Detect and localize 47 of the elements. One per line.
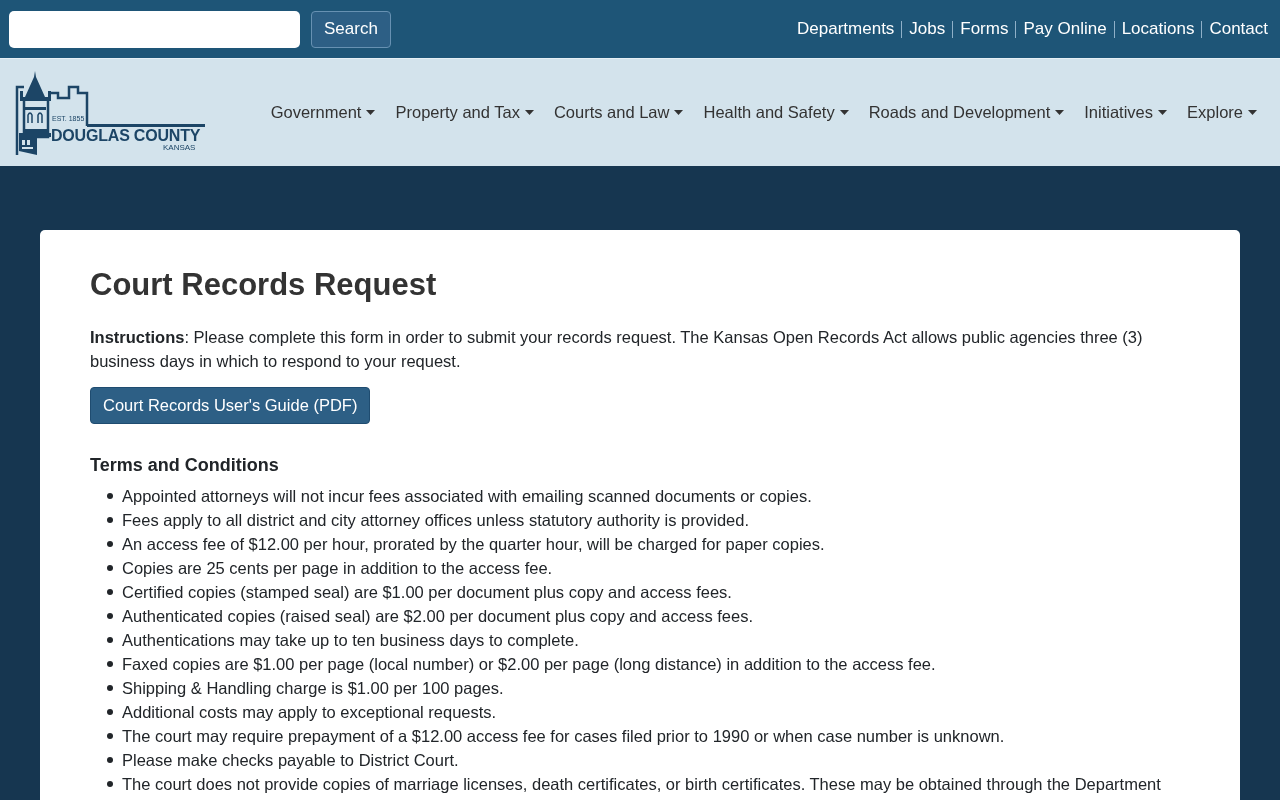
- bullet-icon: [107, 661, 113, 667]
- bullet-icon: [107, 493, 113, 499]
- bullet-icon: [107, 613, 113, 619]
- bullet-icon: [107, 781, 113, 787]
- search-button[interactable]: Search: [311, 10, 391, 48]
- utility-link[interactable]: Locations: [1121, 19, 1195, 39]
- search-field[interactable]: [9, 10, 300, 48]
- list-item-text: Certified copies (stamped seal) are $1.00 per document plus copy and access fees.: [122, 582, 732, 603]
- bullet-icon: [107, 685, 113, 691]
- bullet-icon: [107, 589, 113, 595]
- nav-menu-item[interactable]: Health and Safety: [694, 95, 858, 130]
- bullet-icon: [107, 709, 113, 715]
- bullet-icon: [107, 637, 113, 643]
- bullet-icon: [107, 541, 113, 547]
- nav-menu-item[interactable]: Property and Tax: [386, 95, 543, 130]
- list-item-text: Faxed copies are $1.00 per page (local number) or $2.00 per page (long distance) in addition to the access fee.: [122, 654, 936, 675]
- logo-subtitle: KANSAS: [163, 142, 196, 152]
- list-item-text: Appointed attorneys will not incur fees associated with emailing scanned documents or copies.: [122, 486, 812, 507]
- utility-link[interactable]: Pay Online: [1023, 19, 1107, 39]
- nav-menu-item[interactable]: Government: [261, 95, 385, 130]
- list-item-text: Shipping & Handling charge is $1.00 per 100 pages.: [122, 678, 504, 699]
- section-heading: Terms and Conditions: [90, 454, 280, 477]
- utility-link[interactable]: Contact: [1209, 19, 1268, 39]
- nav-menu-item[interactable]: Courts and Law: [544, 95, 693, 130]
- nav-menu-item[interactable]: Roads and Development: [859, 95, 1074, 130]
- bullet-icon: [107, 517, 113, 523]
- list-item-text: Authenticated copies (raised seal) are $2.00 per document plus copy and access fees.: [122, 606, 754, 627]
- bullet-icon: [107, 733, 113, 739]
- bullet-icon: [107, 565, 113, 571]
- logo-title: DOUGLAS COUNTY: [51, 126, 201, 145]
- utility-link[interactable]: Departments: [797, 19, 895, 39]
- list-item-text: The court does not provide copies of marriage licenses, death certificates, or birth certificates. These may be obtained through the Department: [122, 774, 1161, 795]
- list-item-text: An access fee of $12.00 per hour, prorated by the quarter hour, will be charged for paper copies.: [122, 534, 825, 555]
- bullet-icon: [107, 757, 113, 763]
- page-title: Court Records Request: [90, 266, 438, 304]
- guide-button[interactable]: Court Records User's Guide (PDF): [90, 387, 371, 424]
- instructions-text: Instructions: Please complete this form in order to submit your records request. The Kansas Open Records Act allows public agencies three (3) business days in which to respond to your request.: [90, 327, 1144, 372]
- list-item-text: Please make checks payable to District Court.: [122, 750, 459, 771]
- list-item-text: Authentications may take up to ten business days to complete.: [122, 630, 579, 651]
- list-item-text: Fees apply to all district and city attorney offices unless statutory authority is provided.: [122, 510, 749, 531]
- list-item-text: Copies are 25 cents per page in addition to the access fee.: [122, 558, 553, 579]
- utility-link[interactable]: Jobs: [909, 19, 946, 39]
- list-item-text: Additional costs may apply to exceptional requests.: [122, 702, 497, 723]
- list-item-text: The court may require prepayment of a $12.00 access fee for cases filed prior to 1990 or when case number is unknown.: [122, 726, 1005, 747]
- utility-link[interactable]: Forms: [960, 19, 1009, 39]
- nav-menu-item[interactable]: Explore: [1178, 95, 1266, 130]
- nav-menu-item[interactable]: Initiatives: [1075, 95, 1177, 130]
